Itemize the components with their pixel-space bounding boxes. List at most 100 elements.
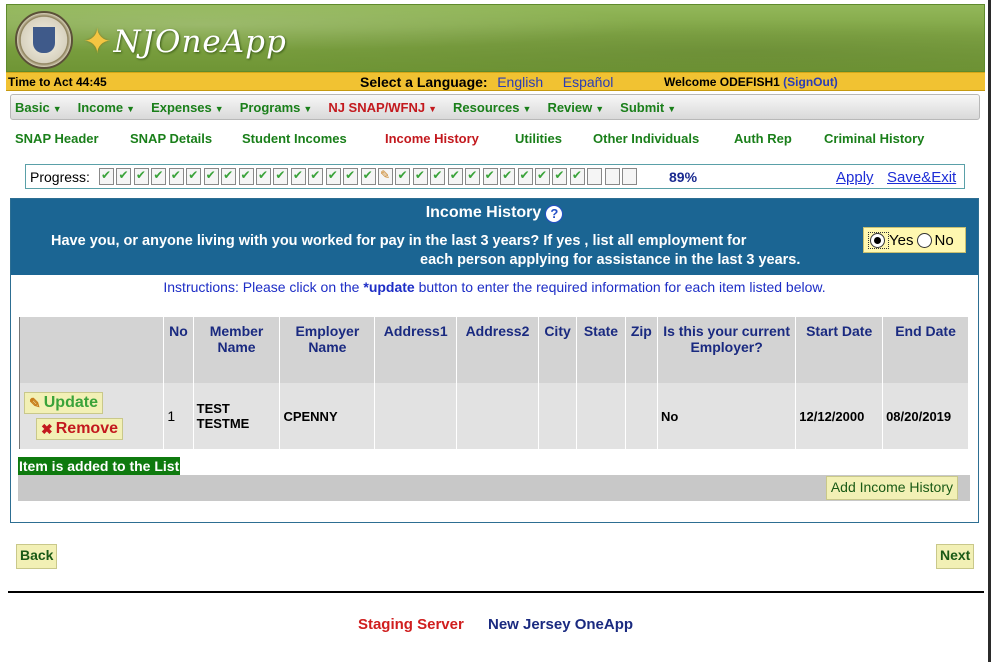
update-button[interactable]: ✎ Update	[24, 392, 103, 414]
pencil-icon: ✎	[29, 394, 41, 411]
cell-employer-name: CPENNY	[279, 383, 376, 449]
app-logo-text: NJOneApp	[113, 24, 287, 60]
footer-divider	[8, 591, 984, 593]
progress-step-done-icon	[482, 168, 498, 185]
col-address1: Address1	[374, 317, 458, 383]
progress-step-done-icon	[430, 168, 446, 185]
menu-review[interactable]: Review ▼	[547, 100, 604, 115]
col-no: No	[163, 317, 194, 383]
subnav-income-history[interactable]: Income History	[385, 131, 479, 146]
time-to-act: Time to Act 44:45	[8, 75, 107, 89]
signout-link[interactable]: (SignOut)	[783, 75, 838, 89]
subnav-snap-header[interactable]: SNAP Header	[15, 131, 99, 146]
table-row: ✎ Update ✖ Remove 1 TEST TESTME CPENNY No …	[18, 383, 969, 449]
progress-step-done-icon	[447, 168, 463, 185]
subnav-criminal-history[interactable]: Criminal History	[824, 131, 924, 146]
language-english-link[interactable]: English	[497, 74, 543, 90]
site-name-label: New Jersey OneApp	[487, 616, 634, 633]
progress-step-done-icon	[116, 168, 132, 185]
col-city: City	[537, 317, 578, 383]
row-actions: ✎ Update ✖ Remove	[18, 383, 165, 449]
income-history-table: No Member Name Employer Name Address1 Ad…	[18, 317, 969, 449]
yes-option[interactable]	[868, 231, 889, 249]
cell-member-name: TEST TESTME	[192, 383, 281, 449]
col-zip: Zip	[624, 317, 658, 383]
chevron-down-icon: ▼	[428, 103, 438, 114]
help-icon[interactable]: ?	[545, 205, 564, 223]
top-info-bar: Time to Act 44:45 Select a Language: Eng…	[6, 72, 985, 91]
no-radio[interactable]	[917, 232, 933, 248]
col-end-date: End Date	[882, 317, 969, 383]
progress-step-done-icon	[552, 168, 568, 185]
col-actions	[18, 317, 165, 383]
progress-step-done-icon	[360, 168, 376, 185]
progress-step-done-icon	[151, 168, 167, 185]
back-button[interactable]: Back	[16, 544, 58, 569]
cell-no: 1	[163, 383, 194, 449]
cell-city	[537, 383, 578, 449]
chevron-down-icon: ▼	[214, 103, 224, 114]
progress-step-done-icon	[168, 168, 184, 185]
question-line-2: each person applying for assistance in t…	[420, 252, 801, 268]
progress-bar: Progress: 89% Apply Save&Exit	[25, 164, 965, 189]
menu-basic[interactable]: Basic ▼	[15, 100, 62, 115]
progress-step-pending	[622, 168, 638, 185]
yes-radio[interactable]	[870, 232, 885, 248]
select-language-label: Select a Language:	[360, 74, 488, 90]
cell-end-date: 08/20/2019	[882, 383, 969, 449]
welcome-text: Welcome ODEFISH1 (SignOut)	[664, 75, 838, 89]
progress-step-done-icon	[517, 168, 533, 185]
add-income-history-button[interactable]: Add Income History	[825, 476, 958, 500]
chevron-down-icon: ▼	[52, 103, 62, 114]
chevron-down-icon: ▼	[303, 103, 313, 114]
menu-expenses[interactable]: Expenses ▼	[151, 100, 224, 115]
progress-step-done-icon	[133, 168, 149, 185]
nj-state-seal-icon	[15, 11, 73, 69]
yes-no-radio-group: Yes No	[863, 227, 966, 253]
welcome-user: Welcome ODEFISH1	[664, 75, 780, 89]
apply-link[interactable]: Apply	[836, 169, 874, 186]
cell-current-employer: No	[656, 383, 797, 449]
chevron-down-icon: ▼	[595, 103, 605, 114]
star-icon: ✦	[83, 23, 112, 61]
progress-step-done-icon	[290, 168, 306, 185]
col-start-date: Start Date	[795, 317, 884, 383]
progress-step-done-icon	[465, 168, 481, 185]
menu-nj-snap-wfnj[interactable]: NJ SNAP/WFNJ ▼	[328, 100, 437, 115]
no-label: No	[934, 231, 954, 249]
menu-resources[interactable]: Resources ▼	[453, 100, 531, 115]
add-bar: Add Income History	[18, 475, 970, 501]
cell-zip	[624, 383, 658, 449]
progress-step-done-icon	[221, 168, 237, 185]
progress-step-current-icon	[378, 168, 393, 185]
subnav-auth-rep[interactable]: Auth Rep	[734, 131, 792, 146]
table-header-row: No Member Name Employer Name Address1 Ad…	[18, 317, 969, 383]
next-button[interactable]: Next	[936, 544, 975, 569]
subnav-student-incomes[interactable]: Student Incomes	[242, 131, 347, 146]
subnav-snap-details[interactable]: SNAP Details	[130, 131, 212, 146]
progress-label: Progress:	[30, 169, 90, 185]
progress-step-pending	[587, 168, 603, 185]
menu-submit[interactable]: Submit ▼	[620, 100, 676, 115]
progress-step-done-icon	[255, 168, 271, 185]
col-employer-name: Employer Name	[279, 317, 376, 383]
progress-step-done-icon	[500, 168, 516, 185]
progress-step-done-icon	[395, 168, 411, 185]
subnav-utilities[interactable]: Utilities	[515, 131, 562, 146]
chevron-down-icon: ▼	[126, 103, 136, 114]
progress-step-done-icon	[534, 168, 550, 185]
menu-income[interactable]: Income ▼	[78, 100, 135, 115]
progress-step-done-icon	[203, 168, 219, 185]
instructions: Instructions: Please click on the *updat…	[163, 279, 826, 295]
subnav-other-individuals[interactable]: Other Individuals	[593, 131, 699, 146]
language-selector: Select a Language: English Español	[360, 74, 613, 90]
progress-percent: 89%	[669, 169, 698, 185]
menu-programs[interactable]: Programs ▼	[240, 100, 313, 115]
language-spanish-link[interactable]: Español	[563, 74, 614, 90]
save-exit-link[interactable]: Save&Exit	[887, 169, 956, 186]
chevron-down-icon: ▼	[522, 103, 532, 114]
panel-header: Income History? Have you, or anyone livi…	[11, 199, 978, 275]
staging-server-label: Staging Server	[357, 616, 464, 633]
remove-button[interactable]: ✖ Remove	[36, 418, 123, 440]
progress-step-done-icon	[186, 168, 202, 185]
